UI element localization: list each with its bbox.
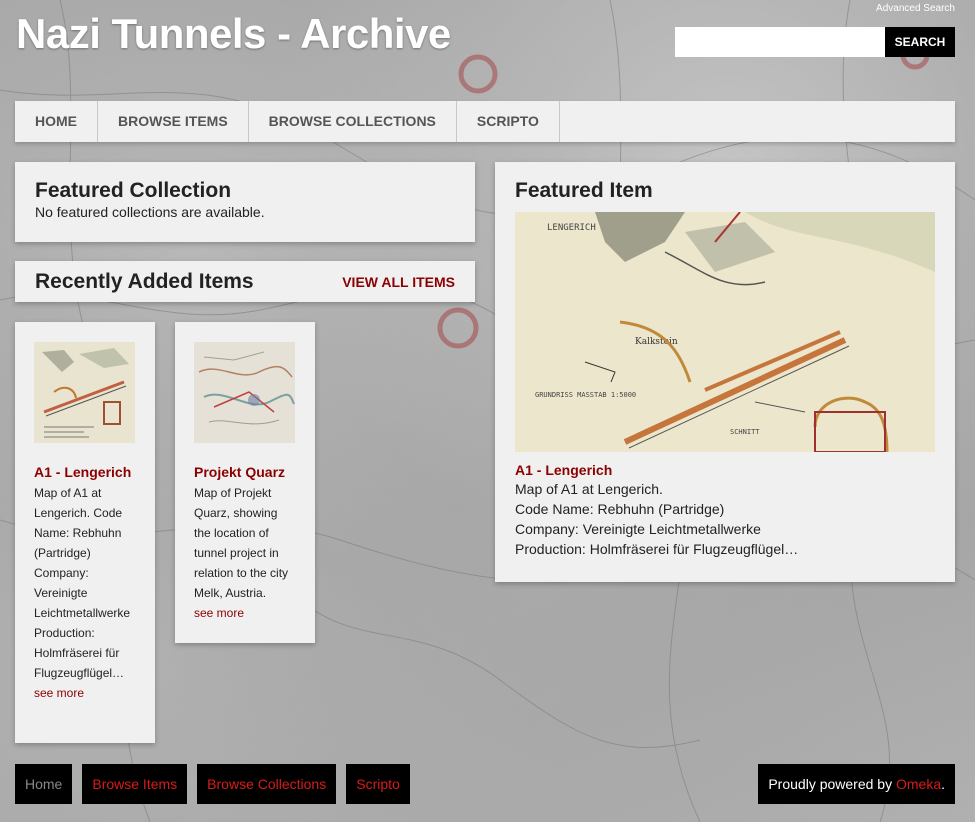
footer-navigation: Home Browse Items Browse Collections Scr… — [15, 764, 410, 804]
recent-item-title[interactable]: Projekt Quarz — [194, 463, 296, 481]
item-thumbnail[interactable] — [194, 342, 295, 443]
item-thumbnail[interactable] — [34, 342, 135, 443]
powered-by-suffix: . — [941, 776, 945, 792]
recent-item-description: Map of Projekt Quarz, showing the locati… — [194, 486, 289, 600]
featured-item-line: Company: Vereinigte Leichtmetallwerke — [515, 521, 761, 537]
recent-item-card: A1 - Lengerich Map of A1 at Lengerich. C… — [15, 322, 155, 743]
search-button[interactable]: SEARCH — [885, 27, 955, 57]
footer-nav-scripto[interactable]: Scripto — [346, 764, 410, 804]
featured-collection-heading: Featured Collection — [35, 179, 232, 202]
featured-item-image[interactable]: LENGERICH Kalkstein GRUNDRISS MASSTAB 1:… — [515, 212, 935, 452]
footer-nav-browse-items[interactable]: Browse Items — [82, 764, 188, 804]
featured-item-line: Production: Holmfräserei für Flugzeugflü… — [515, 541, 799, 557]
map-scale-label: GRUNDRISS MASSTAB 1:5000 — [535, 391, 636, 399]
recent-item-title[interactable]: A1 - Lengerich — [34, 463, 136, 481]
featured-collection-panel: Featured Collection No featured collecti… — [15, 162, 475, 242]
featured-item-heading: Featured Item — [515, 179, 653, 202]
omeka-link[interactable]: Omeka — [896, 776, 941, 792]
search-input[interactable] — [675, 27, 885, 57]
site-title[interactable]: Nazi Tunnels - Archive — [16, 10, 451, 58]
powered-by-text: Proudly powered by — [768, 776, 896, 792]
featured-item-line: Map of A1 at Lengerich. — [515, 481, 663, 497]
search-form: SEARCH — [675, 27, 955, 57]
featured-item-description: Map of A1 at Lengerich. Code Name: Rebhu… — [515, 479, 935, 559]
view-all-items-link[interactable]: VIEW ALL ITEMS — [342, 274, 455, 290]
nav-browse-collections[interactable]: BROWSE COLLECTIONS — [249, 101, 457, 142]
nav-home[interactable]: HOME — [15, 101, 98, 142]
footer-nav-home[interactable]: Home — [15, 764, 73, 804]
recently-added-header: Recently Added Items VIEW ALL ITEMS — [15, 261, 475, 302]
powered-by: Proudly powered by Omeka. — [758, 764, 955, 804]
featured-item-title[interactable]: A1 - Lengerich — [515, 462, 935, 478]
nav-scripto[interactable]: SCRIPTO — [457, 101, 560, 142]
featured-item-panel: Featured Item LENGERICH Kalkstein GRUNDR… — [495, 162, 955, 582]
advanced-search-link[interactable]: Advanced Search — [876, 3, 955, 14]
nav-browse-items[interactable]: BROWSE ITEMS — [98, 101, 249, 142]
featured-item-line: Code Name: Rebhuhn (Partridge) — [515, 501, 725, 517]
map-place-label: LENGERICH — [547, 223, 596, 233]
recently-added-heading: Recently Added Items — [35, 269, 254, 293]
see-more-link[interactable]: see more — [194, 603, 296, 623]
recent-item-card: Projekt Quarz Map of Projekt Quarz, show… — [175, 322, 315, 643]
map-section-label: SCHNITT — [730, 428, 760, 436]
footer-nav-browse-collections[interactable]: Browse Collections — [197, 764, 337, 804]
main-navigation: HOME BROWSE ITEMS BROWSE COLLECTIONS SCR… — [15, 101, 955, 142]
featured-collection-message: No featured collections are available. — [35, 204, 265, 220]
see-more-link[interactable]: see more — [34, 683, 136, 703]
recent-item-description: Map of A1 at Lengerich. Code Name: Rebhu… — [34, 486, 131, 680]
